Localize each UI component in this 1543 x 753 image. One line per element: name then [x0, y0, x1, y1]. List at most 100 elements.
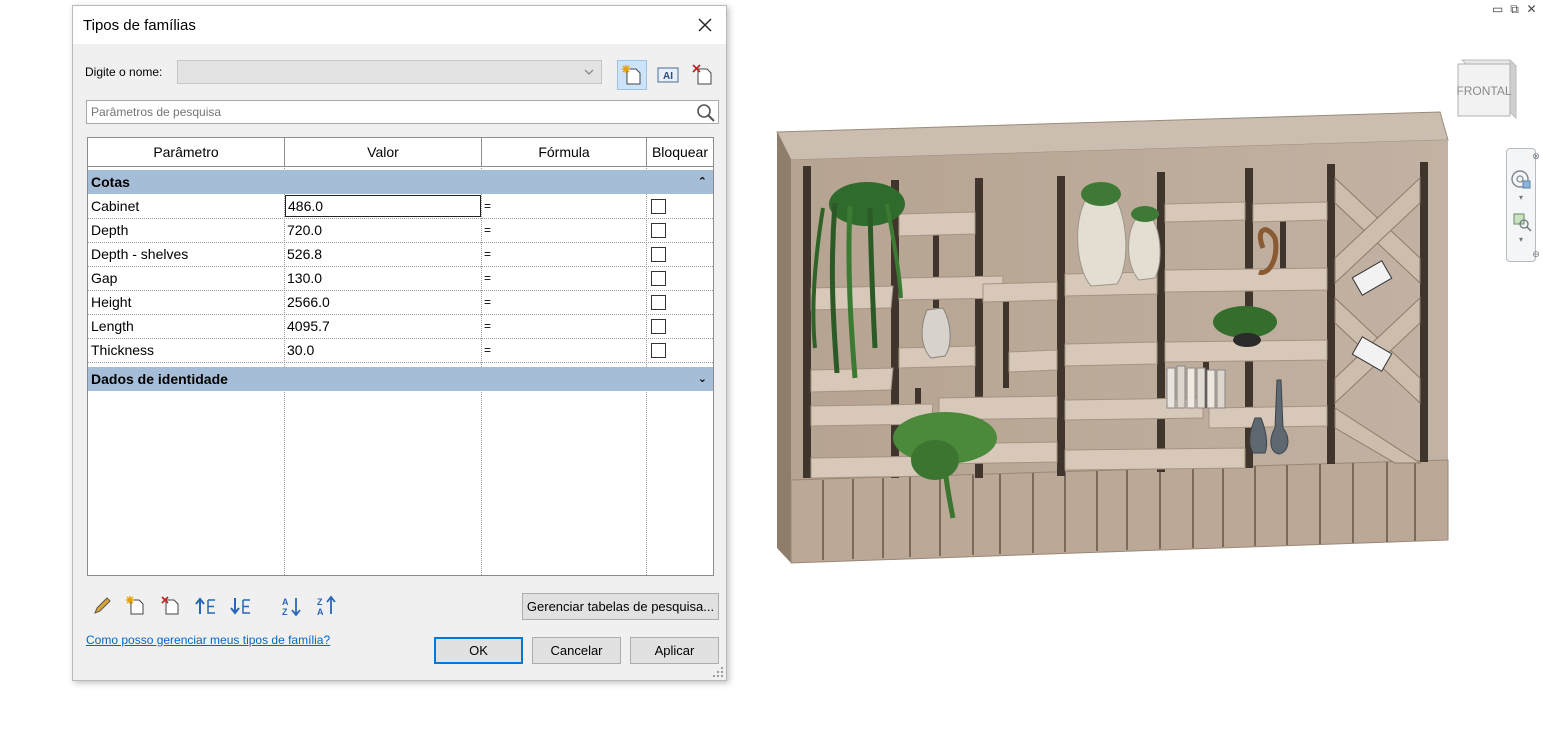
lock-cell	[647, 291, 713, 314]
move-up-icon	[195, 597, 215, 614]
delete-parameter-icon	[161, 596, 179, 615]
svg-text:Z: Z	[317, 597, 323, 607]
table-row[interactable]: Gap 130.0 =	[88, 267, 713, 291]
value-cell[interactable]: 130.0	[285, 267, 481, 290]
formula-cell[interactable]: =	[482, 339, 646, 362]
svg-text:AI: AI	[663, 71, 673, 82]
formula-cell[interactable]: =	[482, 291, 646, 314]
sort-descending-button[interactable]: Z A	[315, 594, 339, 618]
close-view-icon[interactable]: ✕	[1526, 3, 1537, 15]
value-cell[interactable]: 30.0	[285, 339, 481, 362]
edit-parameter-button[interactable]	[90, 594, 114, 618]
delete-type-button[interactable]	[688, 60, 718, 90]
edit-parameter-icon	[94, 597, 111, 614]
cancel-button[interactable]: Cancelar	[532, 637, 621, 664]
sort-ascending-icon: A Z	[282, 597, 301, 617]
formula-cell[interactable]: =	[482, 243, 646, 266]
value-cell[interactable]: 2566.0	[285, 291, 481, 314]
new-type-icon	[622, 65, 641, 85]
viewcube-label: FRONTAL	[1456, 84, 1511, 98]
type-name-label: Digite o nome:	[85, 65, 163, 79]
lock-checkbox[interactable]	[651, 223, 666, 238]
parameter-name: Gap	[91, 270, 118, 286]
rename-type-button[interactable]: AI	[653, 60, 683, 90]
group-row-identity-data[interactable]: Dados de identidade ⌄	[88, 367, 713, 391]
steering-wheel-icon[interactable]	[1509, 167, 1533, 193]
table-row[interactable]: Depth 720.0 =	[88, 219, 713, 243]
nav-bar-options-icon[interactable]: ⊖	[1527, 249, 1543, 267]
formula-cell[interactable]: =	[482, 315, 646, 338]
parameter-name: Depth	[91, 222, 129, 238]
svg-text:Z: Z	[282, 607, 288, 617]
steering-wheel-dropdown-icon[interactable]: ▾	[1512, 193, 1530, 211]
model-viewport[interactable]: ▭ ⧉ ✕ FRONTAL ⊗ ▾ ▾ ⊖	[727, 0, 1543, 753]
formula-cell[interactable]: =	[482, 195, 646, 218]
group-label: Cotas	[91, 174, 130, 190]
table-row[interactable]: Length 4095.7 =	[88, 315, 713, 339]
vase-small	[921, 307, 951, 359]
expand-icon[interactable]: ⌄	[698, 367, 707, 391]
search-icon[interactable]	[695, 102, 717, 124]
type-name-dropdown[interactable]	[177, 60, 602, 84]
chevron-down-icon	[584, 69, 594, 75]
zoom-region-icon[interactable]	[1511, 211, 1533, 233]
new-parameter-button[interactable]	[124, 594, 148, 618]
parameter-name: Cabinet	[91, 198, 140, 214]
parameter-name: Height	[91, 294, 132, 310]
lock-checkbox[interactable]	[651, 271, 666, 286]
lock-checkbox[interactable]	[651, 343, 666, 358]
table-row[interactable]: Cabinet 486.0 =	[88, 195, 713, 219]
viewcube[interactable]: FRONTAL	[1456, 56, 1522, 122]
manage-lookup-tables-button[interactable]: Gerenciar tabelas de pesquisa...	[522, 593, 719, 620]
lock-checkbox[interactable]	[651, 319, 666, 334]
table-row[interactable]: Height 2566.0 =	[88, 291, 713, 315]
column-header-lock[interactable]: Bloquear	[647, 138, 713, 167]
navigation-bar[interactable]: ⊗ ▾ ▾ ⊖	[1506, 148, 1540, 262]
parameter-name: Length	[91, 318, 134, 334]
apply-button[interactable]: Aplicar	[630, 637, 719, 664]
close-icon[interactable]	[694, 14, 716, 36]
delete-type-icon	[692, 64, 712, 85]
bookshelf-3d-model[interactable]	[775, 108, 1455, 568]
lock-checkbox[interactable]	[651, 199, 666, 214]
value-cell[interactable]: 526.8	[285, 243, 481, 266]
move-down-button[interactable]	[229, 594, 253, 618]
dialog-title-bar[interactable]: Tipos de famílias	[73, 6, 726, 44]
column-header-value[interactable]: Valor	[285, 138, 482, 167]
lock-cell	[647, 315, 713, 338]
move-up-button[interactable]	[194, 594, 218, 618]
lock-checkbox[interactable]	[651, 247, 666, 262]
lock-cell	[647, 243, 713, 266]
sort-ascending-button[interactable]: A Z	[280, 594, 304, 618]
search-input[interactable]	[87, 101, 687, 123]
value-cell-editing[interactable]: 486.0	[285, 195, 481, 217]
table-row[interactable]: Depth - shelves 526.8 =	[88, 243, 713, 267]
lock-checkbox[interactable]	[651, 295, 666, 310]
minimize-icon[interactable]: ▭	[1492, 3, 1503, 15]
parameters-table: Parâmetro Valor Fórmula Bloquear Cotas ⌃…	[87, 137, 714, 576]
viewport-window-controls: ▭ ⧉ ✕	[1492, 3, 1537, 15]
value-cell[interactable]: 720.0	[285, 219, 481, 242]
lock-cell	[647, 267, 713, 290]
svg-text:A: A	[317, 607, 324, 617]
restore-icon[interactable]: ⧉	[1509, 3, 1520, 15]
value-cell[interactable]: 4095.7	[285, 315, 481, 338]
formula-cell[interactable]: =	[482, 219, 646, 242]
help-link[interactable]: Como posso gerenciar meus tipos de famíl…	[86, 633, 330, 647]
svg-text:A: A	[282, 597, 289, 607]
parameter-name: Thickness	[91, 342, 155, 358]
new-parameter-icon	[126, 596, 144, 615]
collapse-icon[interactable]: ⌃	[698, 170, 707, 194]
column-header-formula[interactable]: Fórmula	[482, 138, 647, 167]
group-row-cotas[interactable]: Cotas ⌃	[88, 170, 713, 194]
table-row[interactable]: Thickness 30.0 =	[88, 339, 713, 363]
resize-grip-icon[interactable]	[712, 666, 724, 678]
new-type-button[interactable]	[617, 60, 647, 90]
ok-button[interactable]: OK	[434, 637, 523, 664]
group-label: Dados de identidade	[91, 371, 228, 387]
lock-cell	[647, 339, 713, 362]
formula-cell[interactable]: =	[482, 267, 646, 290]
column-header-parameter[interactable]: Parâmetro	[88, 138, 285, 167]
delete-parameter-button[interactable]	[159, 594, 183, 618]
parameter-search[interactable]	[86, 100, 719, 124]
